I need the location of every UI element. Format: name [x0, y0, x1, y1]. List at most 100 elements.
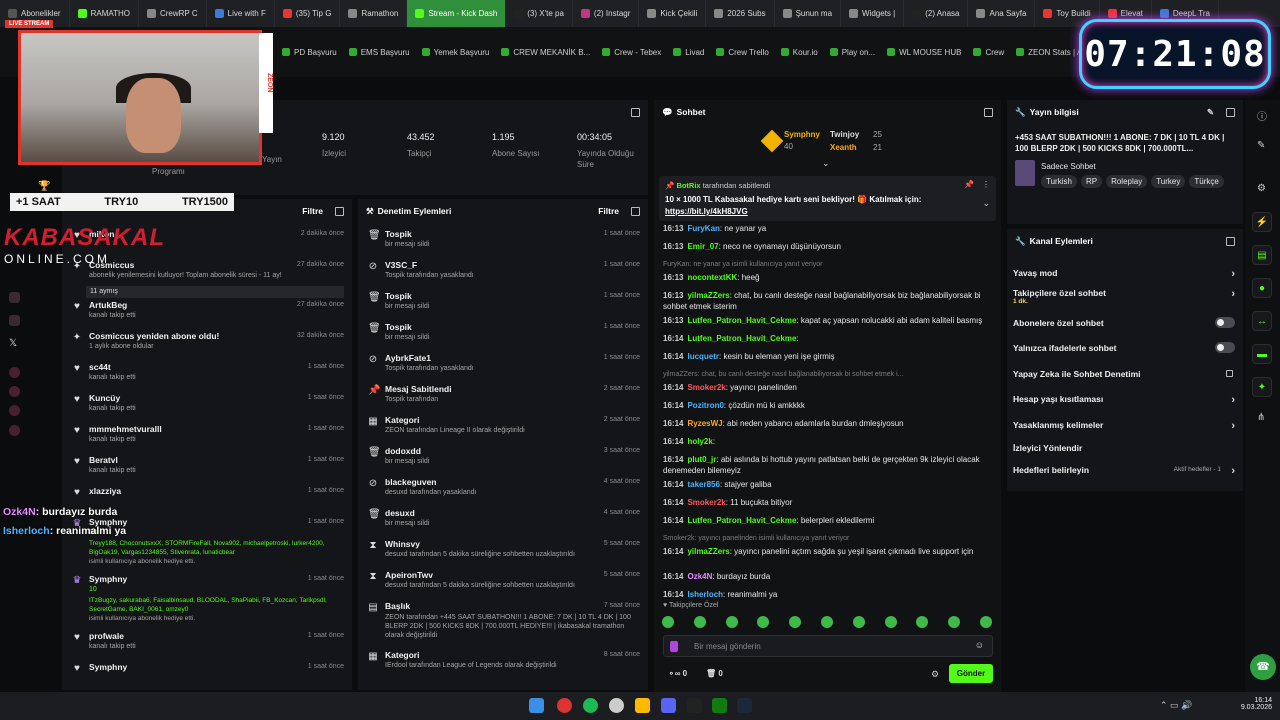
chat-message[interactable]: 16:14 Smoker2k: 11 buçukta bitiyor	[663, 497, 993, 508]
chat-username[interactable]: taker856	[687, 480, 719, 489]
stream-tag[interactable]: Turkey	[1151, 175, 1186, 188]
browser-tab[interactable]: (3) X'te pa	[506, 0, 573, 27]
chat-username[interactable]: Ozk4N	[687, 572, 712, 581]
chevron-down-icon[interactable]: ⌄	[822, 158, 830, 169]
browser-tab[interactable]: (2) Instagr	[573, 0, 640, 27]
emote-icon[interactable]	[948, 616, 961, 628]
channel-action-item[interactable]: Takipçilere özel sohbet 1 dk. ›	[1013, 288, 1235, 305]
chat-message[interactable]: 16:14 Smoker2k: yayıncı panelinden	[663, 382, 993, 393]
share-icon[interactable]: ⋔	[1257, 412, 1265, 423]
rail-icon[interactable]	[9, 292, 20, 303]
chat-message[interactable]: 16:13 Emir_07: neco ne oynamayı düşünüyor…	[663, 241, 993, 252]
chat-username[interactable]: Isherloch	[687, 590, 723, 599]
settings-icon[interactable]: ⚙	[1257, 183, 1266, 194]
bookmark[interactable]: Yemek Başvuru	[421, 48, 489, 57]
moderation-item[interactable]: ⊘ blackeguven desuxd tarafından yasaklandı…	[358, 477, 648, 508]
channel-action-item[interactable]: Yapay Zeka ile Sohbet Denetimi	[1013, 369, 1235, 383]
moderation-item[interactable]: ⧗ ApeironTwv desuxd tarafından 5 dakika sü…	[358, 570, 648, 601]
external-link-icon[interactable]	[984, 107, 993, 117]
chat-username[interactable]: Pozitron0	[687, 401, 723, 410]
bookmark[interactable]: EMS Başvuru	[348, 48, 410, 57]
activity-item[interactable]: ♥ ArtukBeg kanalı takip etti 27 dakika önce	[62, 300, 352, 331]
spotify-icon[interactable]	[583, 698, 598, 713]
info-icon[interactable]: ⓘ	[1257, 108, 1267, 123]
browser-tab[interactable]: (2) Anasa	[904, 0, 969, 27]
browser-tab[interactable]: CrewRP C	[139, 0, 207, 27]
bookmark[interactable]: Livad	[673, 48, 704, 57]
send-button[interactable]: Gönder	[949, 664, 993, 683]
chat-message[interactable]: 16:13 yilmaZZers: chat, bu canlı desteğe …	[663, 290, 993, 312]
quick-action-lightning-icon[interactable]: ⚡	[1252, 212, 1272, 232]
emote-icon[interactable]	[789, 616, 802, 628]
emote-icon[interactable]	[757, 616, 770, 628]
chat-message[interactable]: 16:14 Pozitron0: çözdün mü ki amkkkk	[663, 400, 993, 411]
support-chat-button[interactable]: ☎	[1250, 654, 1276, 680]
app-icon[interactable]	[609, 698, 624, 713]
activity-item[interactable]: ♥ Symphny 1 saat önce	[62, 662, 352, 690]
moderation-item[interactable]: 🗑 Tospik bir mesajı sildi 1 saat önce	[358, 291, 648, 322]
browser-tab[interactable]: Stream - Kick Dash	[407, 0, 507, 27]
windows-start-icon[interactable]	[529, 698, 544, 713]
chat-message[interactable]: 16:14 Lutfen_Patron_Havit_Cekme: belerple…	[663, 515, 993, 526]
external-link-icon[interactable]	[1226, 107, 1235, 117]
chat-message[interactable]: 16:14 RyzesWJ: abi neden yabancı adamlarl…	[663, 418, 993, 429]
toggle-switch[interactable]	[1215, 342, 1235, 353]
pinned-link[interactable]: https://bit.ly/4kH8JVG	[665, 207, 748, 216]
moderation-item[interactable]: ⊘ AybrkFate1 Tospik tarafından yasaklandı 1…	[358, 353, 648, 384]
taskbar-clock[interactable]: 16:14 9.03.2026	[1238, 697, 1272, 711]
pin-icon[interactable]: 📌	[964, 180, 974, 189]
chat-input[interactable]: Bir mesaj gönderin ☺	[663, 635, 993, 657]
moderation-item[interactable]: ▦ Kategori ZEON tarafından Lineage II olar…	[358, 415, 648, 446]
moderation-item[interactable]: 🗑 Tospik bir mesajı sildi 1 saat önce	[358, 322, 648, 353]
stream-tag[interactable]: RP	[1080, 175, 1103, 188]
browser-tab[interactable]: Ana Sayfa	[968, 0, 1036, 27]
activity-item[interactable]: ♥ profwale kanalı takip etti 1 saat önce	[62, 631, 352, 662]
moderation-item[interactable]: 🗑 desuxd bir mesajı sildi 4 saat önce	[358, 508, 648, 539]
chat-username[interactable]: holy2k	[687, 437, 712, 446]
xbox-icon[interactable]	[712, 698, 727, 713]
browser-tab[interactable]: Kick Çekili	[639, 0, 707, 27]
bookmark[interactable]: PD Başvuru	[282, 48, 337, 57]
external-link-icon[interactable]	[335, 206, 344, 216]
bookmark[interactable]: CREW MEKANİK B...	[501, 48, 590, 57]
chat-username[interactable]: Smoker2k	[687, 383, 725, 392]
emote-icon[interactable]	[693, 616, 706, 628]
rail-icon[interactable]	[9, 425, 20, 436]
browser-tab[interactable]: Şunun ma	[775, 0, 842, 27]
moderation-item[interactable]: ▤ Başlık ZEON tarafından +445 SAAT SUBATHO…	[358, 601, 648, 650]
chevron-down-icon[interactable]: ⌄	[982, 198, 990, 209]
emote-icon[interactable]	[662, 616, 674, 628]
settings-gear-icon[interactable]: ⚙	[931, 669, 939, 680]
activity-item[interactable]: ♥ Beratvl kanalı takip etti 1 saat önce	[62, 455, 352, 486]
chat-message[interactable]: 16:13 FuryKan: ne yanar ya	[663, 223, 993, 234]
mic-icon[interactable]	[670, 641, 678, 652]
chat-username[interactable]: Lutfen_Patron_Havit_Cekme	[687, 516, 796, 525]
stream-tag[interactable]: Türkçe	[1189, 175, 1224, 188]
quick-action-note-icon[interactable]: ▤	[1252, 245, 1272, 265]
browser-tab[interactable]: 2026 Subs	[706, 0, 775, 27]
bookmark[interactable]: Play on...	[829, 48, 875, 57]
channel-action-item[interactable]: Yavaş mod ›	[1013, 268, 1235, 282]
stream-tag[interactable]: Turkish	[1041, 175, 1077, 188]
external-link-icon[interactable]	[631, 206, 640, 216]
chat-message[interactable]: 16:14 Ozk4N: burdayız burda	[663, 571, 993, 582]
chat-username[interactable]: lucquetr	[687, 352, 719, 361]
stream-tag[interactable]: Roleplay	[1106, 175, 1148, 188]
moderation-item[interactable]: 🗑 Tospik bir mesajı sildi 1 saat önce	[358, 229, 648, 260]
chat-username[interactable]: yilmaZZers	[687, 547, 729, 556]
filter-button[interactable]: Filtre	[598, 206, 619, 216]
external-link-icon[interactable]	[1226, 370, 1233, 377]
activity-item[interactable]: ♥ mmmehmetvuralll kanalı takip etti 1 saat …	[62, 424, 352, 455]
chat-username[interactable]: yilmaZZers	[687, 291, 729, 300]
activity-item[interactable]: ✦ Cosmiccus abonelik yenilemesini kutluyor…	[62, 260, 352, 300]
activity-item[interactable]: ♥ Kuncüy kanalı takip etti 1 saat önce	[62, 393, 352, 424]
bookmark[interactable]: Crew Trello	[716, 48, 769, 57]
moderation-item[interactable]: 📌 Mesaj Sabitlendi Tospik tarafından 2 saat…	[358, 384, 648, 415]
emote-icon[interactable]	[852, 616, 865, 628]
moderation-item[interactable]: 🗑 dodoxdd bir mesajı sildi 3 saat önce	[358, 446, 648, 477]
chat-message[interactable]: 16:14 taker856: stajyer galiba	[663, 479, 993, 490]
activity-item[interactable]: ✦ Cosmiccus yeniden abone oldu! 1 aylık ab…	[62, 331, 352, 362]
rail-icon[interactable]	[9, 386, 20, 397]
chat-username[interactable]: plut0_jr	[687, 455, 716, 464]
chat-username[interactable]: FuryKan	[687, 224, 719, 233]
